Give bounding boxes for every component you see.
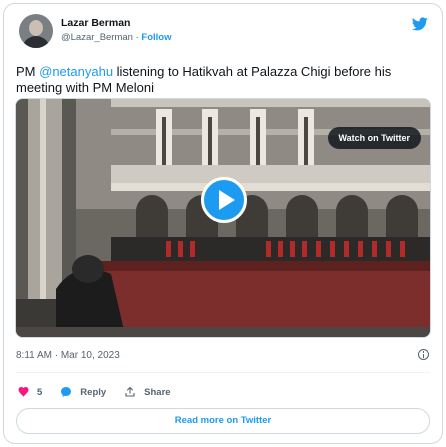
share-icon	[125, 386, 135, 397]
author-block: Lazar Berman @Lazar_Berman · Follow	[61, 17, 172, 44]
handle-separator: ·	[135, 32, 139, 43]
play-icon[interactable]	[201, 177, 247, 223]
tweet-header: Lazar Berman @Lazar_Berman · Follow	[16, 13, 430, 57]
reply-label: Reply	[80, 386, 107, 398]
avatar-head-shape	[29, 20, 43, 36]
share-action[interactable]: Share	[124, 386, 171, 398]
twitter-bird-icon[interactable]	[412, 17, 428, 31]
author-handle[interactable]: @Lazar_Berman	[61, 32, 133, 43]
mention-link[interactable]: @netanyahu	[39, 64, 113, 79]
avatar-shoulders-shape	[22, 36, 50, 48]
reply-action[interactable]: Reply	[60, 386, 106, 398]
video-thumbnail[interactable]: Watch on Twitter	[15, 98, 431, 338]
watch-on-twitter-button[interactable]: Watch on Twitter	[327, 127, 421, 149]
share-label: Share	[144, 386, 171, 398]
read-more-button[interactable]: Read more on Twitter	[16, 408, 430, 434]
tweet-text: PM @netanyahu listening to Hatikvah at P…	[16, 64, 426, 96]
tweet-text-prefix: PM	[16, 64, 40, 79]
tweet-timestamp[interactable]: 8:11 AM · Mar 10, 2023	[16, 350, 120, 361]
like-action[interactable]: 5	[18, 387, 42, 398]
divider	[16, 372, 430, 373]
tweet-card: Lazar Berman @Lazar_Berman · Follow PM @…	[3, 3, 443, 444]
author-handle-row: @Lazar_Berman · Follow	[61, 31, 172, 44]
info-icon[interactable]	[418, 349, 429, 360]
heart-icon	[18, 387, 29, 397]
like-count: 5	[37, 386, 43, 398]
avatar[interactable]	[19, 14, 53, 48]
reply-bubble-icon	[61, 386, 72, 397]
follow-link[interactable]: Follow	[141, 32, 171, 43]
action-bar: 5 Reply Share	[18, 384, 189, 400]
author-name[interactable]: Lazar Berman	[61, 17, 172, 30]
